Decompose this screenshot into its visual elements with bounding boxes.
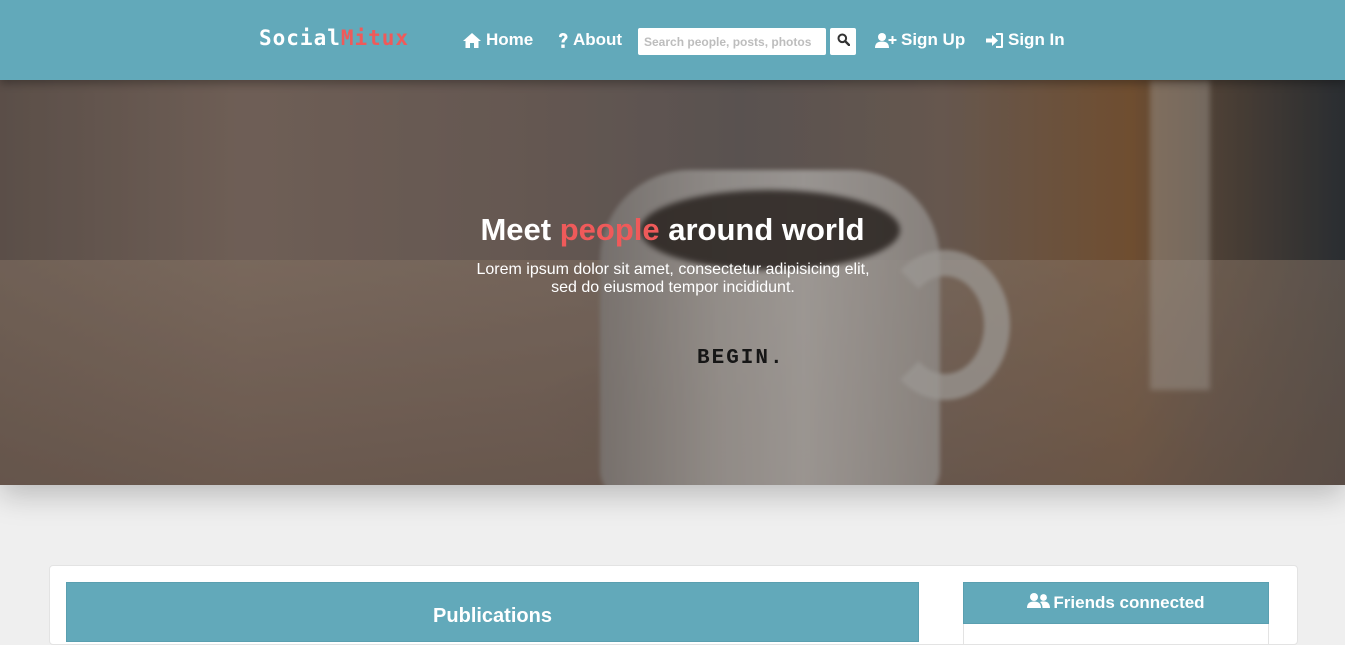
question-icon bbox=[557, 32, 569, 49]
hero-title-start: Meet bbox=[480, 212, 560, 247]
search-button[interactable] bbox=[830, 28, 856, 55]
hero-description-line2: sed do eiusmod tempor incididunt. bbox=[551, 279, 795, 296]
user-plus-icon bbox=[875, 32, 897, 49]
hero-description-line1: Lorem ipsum dolor sit amet, consectetur … bbox=[476, 261, 870, 278]
top-navbar: SocialMitux Home About Search people, po… bbox=[0, 0, 1345, 80]
publications-panel-header: Publications bbox=[66, 582, 919, 642]
nav-signup-link[interactable]: Sign Up bbox=[875, 28, 965, 52]
mug-printed-text: BEGIN. bbox=[697, 347, 785, 370]
friends-panel-header: Friends connected bbox=[963, 582, 1269, 624]
nav-about-label: About bbox=[573, 30, 623, 49]
search-icon bbox=[837, 33, 850, 51]
logo-text-mitux: Mitux bbox=[340, 26, 410, 50]
friends-panel-body bbox=[963, 624, 1269, 644]
site-logo[interactable]: SocialMitux bbox=[259, 25, 409, 51]
nav-signin-label: Sign In bbox=[1008, 30, 1065, 49]
sign-in-icon bbox=[986, 32, 1004, 49]
hero-title-accent: people bbox=[559, 212, 660, 247]
search-input[interactable] bbox=[638, 28, 826, 55]
hero-description: Lorem ipsum dolor sit amet, consectetur … bbox=[472, 261, 874, 297]
nav-about-link[interactable]: About bbox=[557, 28, 622, 52]
nav-signin-link[interactable]: Sign In bbox=[986, 28, 1065, 52]
hero-title: Meet people around world bbox=[0, 210, 1345, 250]
nav-signup-label: Sign Up bbox=[901, 30, 966, 49]
logo-text-social: Social bbox=[259, 26, 341, 50]
publications-title: Publications bbox=[433, 605, 552, 627]
nav-home-label: Home bbox=[486, 30, 534, 49]
hero-title-end: around world bbox=[659, 212, 865, 247]
home-icon bbox=[462, 32, 482, 49]
friends-title: Friends connected bbox=[1053, 593, 1205, 612]
hero-banner: Meet people around world Lorem ipsum dol… bbox=[0, 80, 1345, 485]
users-icon bbox=[1027, 592, 1051, 614]
nav-home-link[interactable]: Home bbox=[462, 28, 533, 52]
